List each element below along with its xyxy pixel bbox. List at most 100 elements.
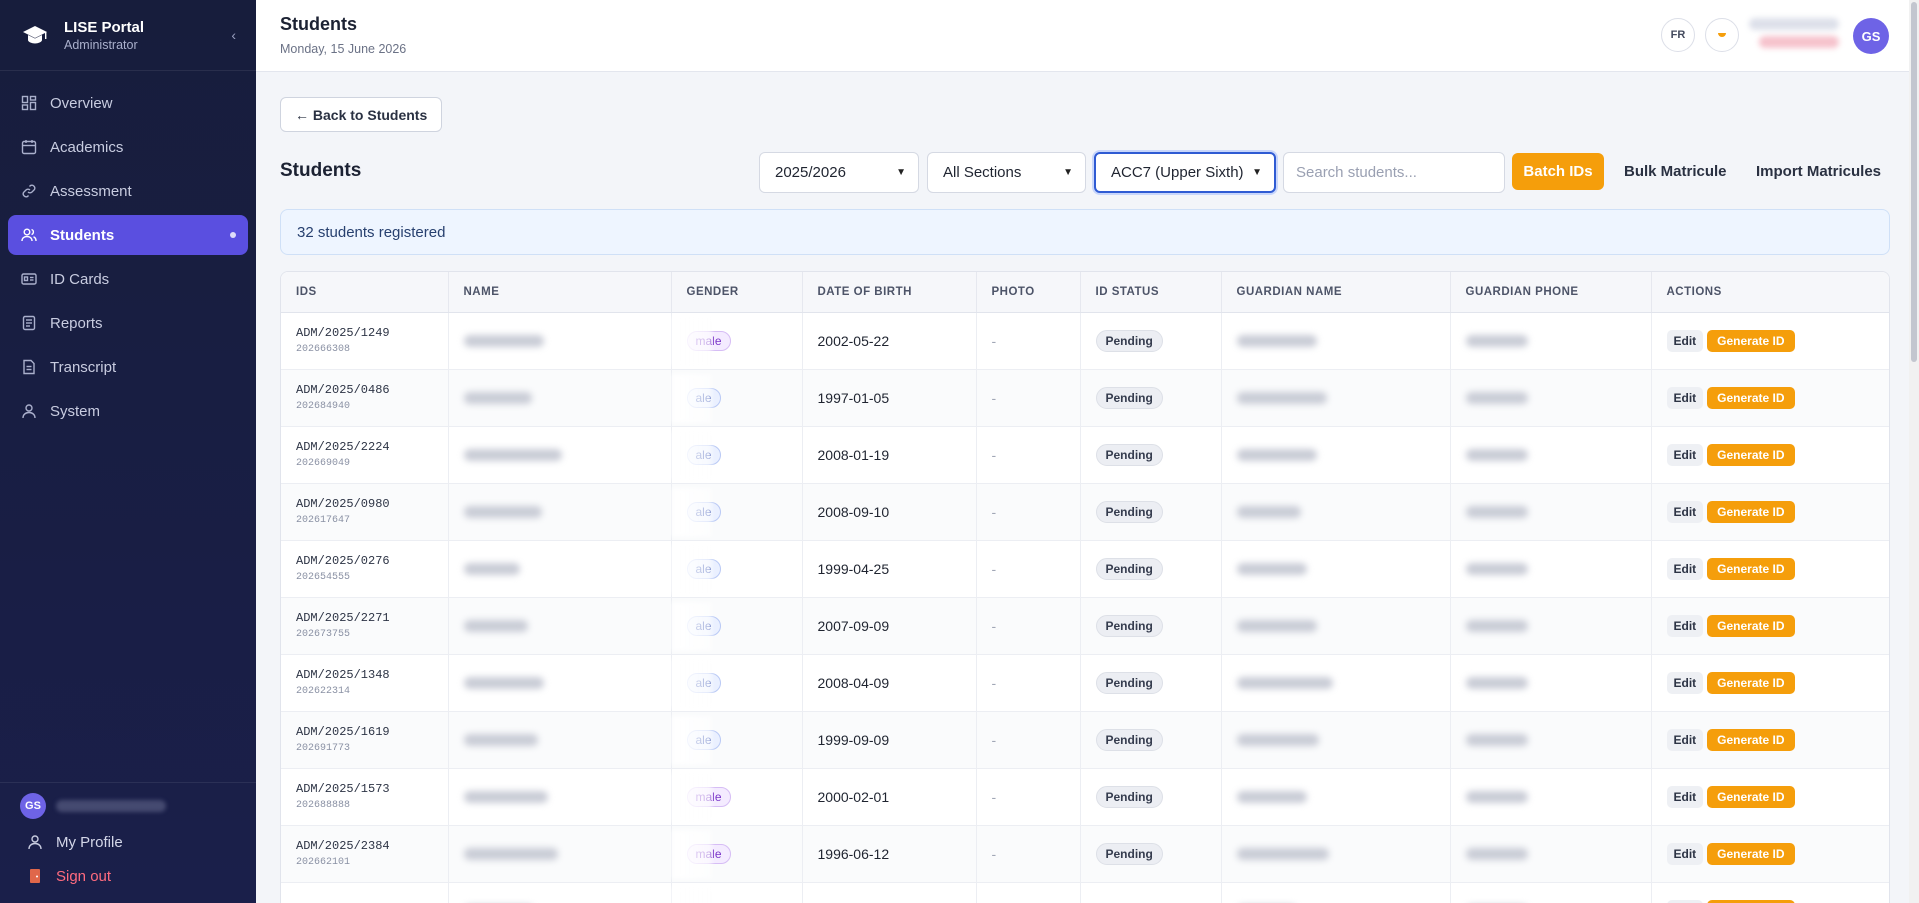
gender-cell: ale (671, 426, 803, 484)
photo-cell: - (976, 711, 1081, 769)
table-row[interactable]: ADM/2025/2271 202673755 ale2007-09-09- Pend… (281, 597, 1889, 655)
generate-id-button[interactable]: Generate ID (1707, 728, 1795, 751)
batch-ids-button[interactable]: Batch IDs (1512, 153, 1604, 190)
my-profile-link[interactable]: My Profile (0, 825, 256, 859)
guardian-phone-cell (1450, 768, 1652, 826)
photo-cell: - (976, 825, 1081, 883)
edit-button[interactable]: Edit (1666, 557, 1704, 580)
generate-id-button[interactable]: Generate ID (1707, 842, 1795, 865)
table-row[interactable]: ADM/2025/1348 202622314 ale2008-04-09- Pend… (281, 654, 1889, 712)
gender-cell: ale (671, 483, 803, 541)
calendar-icon (20, 138, 38, 156)
sidebar-footer: GS My Profile Sign out (0, 782, 256, 903)
redacted-gender-overlay (671, 430, 712, 480)
back-to-students-button[interactable]: ← Back to Students (280, 97, 443, 132)
generate-id-button[interactable]: Generate ID (1707, 785, 1795, 808)
generate-id-button[interactable]: Generate ID (1707, 614, 1795, 637)
edit-button[interactable]: Edit (1666, 785, 1704, 808)
table-row[interactable]: ADM/2025/2384 202662101 male1996-06-12- Pen… (281, 825, 1889, 883)
sidebar-item-label: Transcript (50, 358, 117, 376)
edit-button[interactable]: Edit (1666, 899, 1704, 903)
generate-id-button[interactable]: Generate ID (1707, 671, 1795, 694)
academic-year-select[interactable]: 2025/2026 ▼ (759, 152, 919, 193)
import-matricules-button[interactable]: Import Matricules (1756, 153, 1881, 190)
redacted-guardian-phone (1465, 448, 1528, 461)
guardian-phone-cell (1450, 369, 1652, 427)
guardian-phone-cell (1450, 540, 1652, 598)
generate-id-button[interactable]: Generate ID (1707, 329, 1795, 352)
generate-id-button[interactable]: Generate ID (1707, 500, 1795, 523)
name-cell (448, 825, 672, 883)
id-status-cell: Pending (1080, 711, 1222, 769)
student-number: 202684940 (296, 401, 351, 412)
sidebar-item-overview[interactable]: Overview (8, 83, 248, 123)
edit-button[interactable]: Edit (1666, 842, 1704, 865)
edit-button[interactable]: Edit (1666, 728, 1704, 751)
chevron-left-icon[interactable]: ‹ (231, 27, 236, 43)
avatar[interactable]: GS (1853, 18, 1889, 54)
sidebar-item-students[interactable]: Students (8, 215, 248, 255)
table-row[interactable]: ADM/2025/0486 202684940 ale1997-01-05- Pend… (281, 369, 1889, 427)
table-row[interactable]: ADM/2025/0276 202654555 ale1999-04-25- Pend… (281, 540, 1889, 598)
table-row[interactable]: ADM/2025/2224 202669049 ale2008-01-19- Pend… (281, 426, 1889, 484)
redacted-gender-overlay (671, 658, 712, 708)
scrollbar-thumb[interactable] (1911, 2, 1917, 362)
sidebar-item-reports[interactable]: Reports (8, 303, 248, 343)
photo-placeholder: - (991, 560, 997, 577)
table-row[interactable]: ADM/2025/1573 202688888 male2000-02-01- Pen… (281, 768, 1889, 826)
table-row[interactable]: ADM/2025/0980 202617647 ale2008-09-10- Pend… (281, 483, 1889, 541)
theme-toggle-button[interactable] (1705, 18, 1739, 52)
table-row[interactable]: ADM/2025/1619 202691773 ale1999-09-09- Pend… (281, 711, 1889, 769)
ids-cell: ADM/2025/0980 202617647 (281, 483, 449, 541)
edit-button[interactable]: Edit (1666, 671, 1704, 694)
my-profile-label: My Profile (56, 833, 123, 851)
actions-cell: EditGenerate ID (1651, 597, 1889, 655)
student-number: 202617647 (296, 515, 351, 526)
id-status-cell: Pending (1080, 825, 1222, 883)
sidebar-item-academics[interactable]: Academics (8, 127, 248, 167)
page-scrollbar[interactable] (1909, 0, 1919, 903)
edit-button[interactable]: Edit (1666, 386, 1704, 409)
name-cell (448, 369, 672, 427)
edit-button[interactable]: Edit (1666, 443, 1704, 466)
column-header: GENDER (671, 272, 803, 313)
sidebar-item-id-cards[interactable]: ID Cards (8, 259, 248, 299)
sign-out-link[interactable]: Sign out (0, 859, 256, 893)
photo-cell: - (976, 483, 1081, 541)
brand: LISE Portal Administrator ‹ (0, 0, 256, 70)
language-toggle-button[interactable]: FR (1661, 18, 1695, 52)
actions-cell: EditGenerate ID (1651, 369, 1889, 427)
redacted-gender-overlay (671, 316, 712, 366)
generate-id-button[interactable]: Generate ID (1707, 557, 1795, 580)
section-select[interactable]: All Sections ▼ (927, 152, 1086, 193)
name-cell (448, 540, 672, 598)
edit-button[interactable]: Edit (1666, 329, 1704, 352)
guardian-name-cell (1221, 882, 1451, 903)
edit-button[interactable]: Edit (1666, 500, 1704, 523)
chevron-down-icon: ▼ (1252, 167, 1262, 178)
status-badge: Pending (1095, 728, 1163, 751)
id-status-cell: Pending (1080, 654, 1222, 712)
status-badge: Pending (1095, 500, 1163, 523)
generate-id-button[interactable]: Generate ID (1707, 386, 1795, 409)
table-row[interactable]: ADM/2025/1694 EditGenerate ID (281, 882, 1889, 903)
bulk-matricule-button[interactable]: Bulk Matricule (1624, 153, 1727, 190)
brand-subtitle: Administrator (64, 37, 138, 52)
class-select[interactable]: ACC7 (Upper Sixth) ▼ (1094, 152, 1276, 193)
id-card-icon (20, 270, 38, 288)
redacted-gender-overlay (671, 373, 712, 423)
sidebar-item-assessment[interactable]: Assessment (8, 171, 248, 211)
sidebar-item-system[interactable]: System (8, 391, 248, 431)
redacted-guardian-phone (1465, 619, 1528, 632)
dob-cell: 2008-01-19 (802, 426, 977, 484)
sidebar-item-transcript[interactable]: Transcript (8, 347, 248, 387)
photo-cell: - (976, 312, 1081, 370)
table-row[interactable]: ADM/2025/1249 202666308 male2002-05-22- Pen… (281, 312, 1889, 370)
generate-id-button[interactable]: Generate ID (1707, 899, 1795, 903)
generate-id-button[interactable]: Generate ID (1707, 443, 1795, 466)
actions-cell: EditGenerate ID (1651, 768, 1889, 826)
search-input[interactable] (1283, 152, 1505, 193)
edit-button[interactable]: Edit (1666, 614, 1704, 637)
redacted-gender-overlay (671, 829, 712, 879)
guardian-name-cell (1221, 540, 1451, 598)
